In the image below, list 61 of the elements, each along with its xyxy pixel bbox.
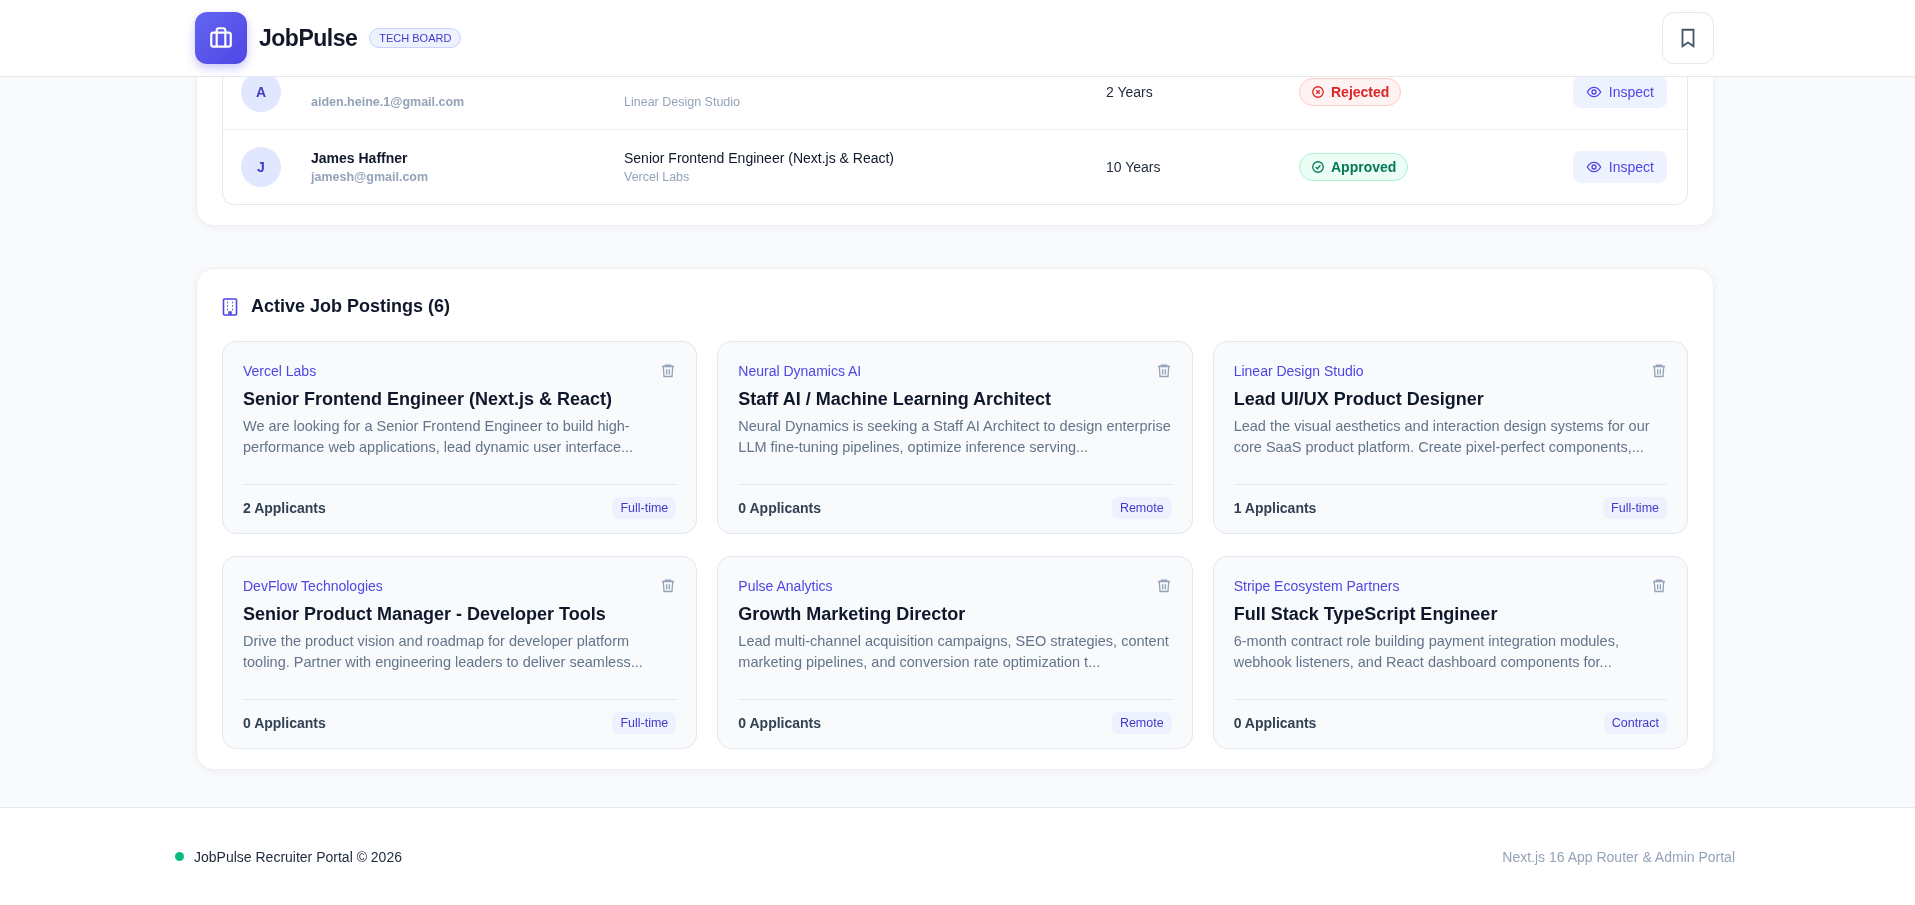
job-type-tag: Remote bbox=[1111, 712, 1172, 734]
delete-icon[interactable] bbox=[1155, 577, 1172, 594]
job-title: Senior Frontend Engineer (Next.js & React) bbox=[624, 150, 894, 166]
experience-text: 10 Years bbox=[1106, 159, 1162, 175]
inspect-button[interactable]: Inspect bbox=[1572, 75, 1667, 108]
job-type-tag: Remote bbox=[1111, 497, 1172, 519]
job-description: 6-month contract role building payment integration modules, webhook listeners, and React dashboard components for... bbox=[1233, 632, 1620, 672]
company-name: Pulse Analytics bbox=[738, 577, 833, 594]
delete-icon[interactable] bbox=[660, 577, 677, 594]
company-name: DevFlow Technologies bbox=[243, 577, 383, 594]
applicant-count: 1 Applicants bbox=[1233, 500, 1317, 516]
applicant-name: James Haffner bbox=[311, 150, 408, 166]
job-title: Senior Frontend Engineer (Next.js & React) bbox=[243, 389, 614, 410]
company-name: Linear Design Studio bbox=[624, 94, 742, 109]
company-name: Stripe Ecosystem Partners bbox=[1233, 577, 1400, 594]
applicant-count: 0 Applicants bbox=[1233, 715, 1317, 731]
job-title: Staff AI / Machine Learning Architect bbox=[738, 389, 1053, 410]
avatar-circle: J bbox=[241, 147, 281, 187]
board-badge: TECH BOARD bbox=[369, 28, 462, 48]
job-title: Senior Product Manager - Developer Tools bbox=[243, 604, 607, 625]
job-type-tag: Full-time bbox=[612, 712, 677, 734]
delete-icon[interactable] bbox=[1651, 362, 1667, 379]
applicant-count: 0 Applicants bbox=[738, 715, 822, 731]
job-description: Lead the visual aesthetics and interaction design systems for our core SaaS product platform. Create pixel-perfect components,... bbox=[1233, 417, 1651, 457]
job-title: Growth Marketing Director bbox=[738, 604, 967, 625]
applicant-count: 0 Applicants bbox=[243, 715, 326, 731]
company-name: Linear Design Studio bbox=[1233, 362, 1364, 379]
job-type-tag: Contract bbox=[1603, 712, 1667, 734]
company-name: Neural Dynamics AI bbox=[738, 362, 862, 379]
brand-name: JobPulse bbox=[259, 24, 358, 52]
delete-icon[interactable] bbox=[660, 362, 677, 379]
footer-tagline: Next.js 16 App Router & Admin Portal bbox=[1502, 848, 1735, 865]
x-circle-icon bbox=[1311, 84, 1325, 99]
job-description: Lead multi-channel acquisition campaigns, SEO strategies, content marketing pipelines, and conversion rate optimization t... bbox=[738, 632, 1170, 672]
job-description: Neural Dynamics is seeking a Staff AI Architect to design enterprise LLM fine-tuning pipelines, optimize inference serving... bbox=[738, 417, 1172, 457]
footer-copyright: JobPulse Recruiter Portal © 2026 bbox=[194, 848, 402, 865]
job-description: Drive the product vision and roadmap for developer platform tooling. Partner with engineering leaders to deliver seamless... bbox=[243, 632, 644, 672]
job-type-tag: Full-time bbox=[612, 497, 677, 519]
briefcase-logo-icon bbox=[195, 12, 247, 64]
section-title: Active Job Postings (6) bbox=[251, 296, 451, 317]
delete-icon[interactable] bbox=[1651, 577, 1667, 594]
company-name: Vercel Labs bbox=[624, 170, 691, 184]
building-icon bbox=[222, 297, 238, 316]
applicant-count: 2 Applicants bbox=[243, 500, 326, 516]
status-badge: Rejected bbox=[1299, 77, 1402, 106]
applicant-count: 0 Applicants bbox=[738, 500, 822, 516]
applicant-email: aiden.heine.1@gmail.com bbox=[311, 94, 466, 109]
company-name: Vercel Labs bbox=[243, 362, 317, 379]
check-circle-icon bbox=[1311, 160, 1325, 174]
job-description: We are looking for a Senior Frontend Engineer to build high-performance web applications, lead dynamic user interface... bbox=[243, 417, 635, 457]
job-title: Full Stack TypeScript Engineer bbox=[1233, 604, 1499, 625]
job-title: Lead UI/UX Product Designer bbox=[1233, 389, 1485, 410]
inspect-button[interactable]: Inspect bbox=[1572, 151, 1667, 183]
delete-icon[interactable] bbox=[1155, 362, 1172, 379]
job-type-tag: Full-time bbox=[1603, 497, 1667, 519]
eye-icon bbox=[1585, 159, 1602, 175]
bookmark-button[interactable] bbox=[1662, 12, 1714, 64]
applicant-email: jamesh@gmail.com bbox=[311, 170, 430, 184]
status-dot bbox=[175, 852, 184, 861]
status-badge: Approved bbox=[1299, 153, 1409, 181]
experience-text: 2 Years bbox=[1106, 83, 1154, 100]
